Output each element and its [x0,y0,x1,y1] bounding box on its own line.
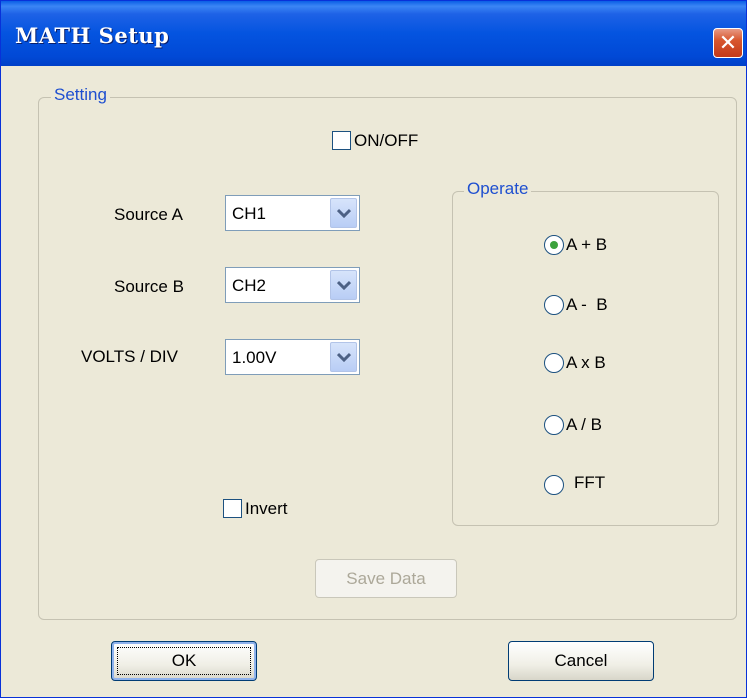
operate-group-legend: Operate [464,179,532,199]
ok-button[interactable]: OK [111,641,257,681]
math-setup-dialog: MATH Setup ✕ Setting ON/OFF Source A CH1… [0,0,747,698]
volts-div-select[interactable]: 1.00V [225,339,360,375]
volts-div-label: VOLTS / DIV [81,347,178,366]
source-a-select[interactable]: CH1 [225,195,360,231]
save-data-button[interactable]: Save Data [315,559,457,598]
radio-a-minus-b[interactable] [544,295,564,315]
volts-div-value: 1.00V [232,348,277,367]
radio-a-times-b[interactable] [544,353,564,373]
focus-rect [117,647,251,675]
setting-group-legend: Setting [51,85,110,105]
close-icon[interactable]: ✕ [713,28,743,58]
source-b-select[interactable]: CH2 [225,267,360,303]
radio-selected-dot [550,241,558,249]
operate-option-label[interactable]: FFT [574,473,605,493]
on-off-label[interactable]: ON/OFF [354,131,418,151]
operate-option-label[interactable]: A + B [566,235,607,255]
on-off-checkbox[interactable] [332,131,351,150]
source-a-value: CH1 [232,204,267,223]
radio-a-plus-b[interactable] [544,235,564,255]
chevron-down-icon[interactable] [330,342,357,372]
radio-fft[interactable] [544,475,564,495]
chevron-down-icon[interactable] [330,198,357,228]
window-title: MATH Setup [15,23,170,48]
source-a-label: Source A [114,205,183,224]
invert-label[interactable]: Invert [245,499,288,519]
title-bar[interactable]: MATH Setup ✕ [1,1,746,66]
cancel-button[interactable]: Cancel [508,641,654,681]
source-b-label: Source B [114,277,184,296]
operate-option-label[interactable]: A / B [566,415,602,435]
source-b-value: CH2 [232,276,267,295]
invert-checkbox[interactable] [223,499,242,518]
radio-a-div-b[interactable] [544,415,564,435]
operate-option-label[interactable]: A - B [566,295,608,315]
chevron-down-icon[interactable] [330,270,357,300]
operate-option-label[interactable]: A x B [566,353,606,373]
